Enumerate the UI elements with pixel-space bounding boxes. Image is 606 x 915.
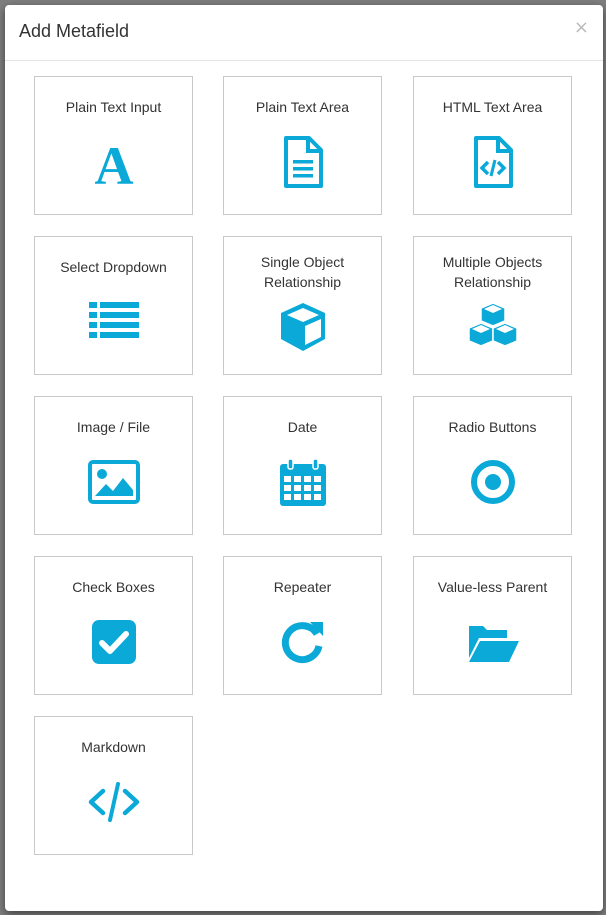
field-type-label: Value-less Parent	[437, 579, 548, 595]
field-type-label: HTML Text Area	[442, 99, 543, 115]
code-icon	[86, 774, 142, 830]
modal-header: Add Metafield ×	[5, 5, 603, 61]
repeat-icon	[275, 614, 331, 670]
field-type-repeater[interactable]: Repeater	[223, 556, 382, 695]
modal-title: Add Metafield	[19, 21, 130, 41]
add-metafield-modal: Add Metafield × Plain Text Input A Plain T…	[5, 5, 603, 911]
field-type-label: Date	[287, 419, 318, 435]
list-icon	[86, 294, 142, 350]
field-type-date[interactable]: Date	[223, 396, 382, 535]
field-type-label: Check Boxes	[72, 579, 155, 595]
close-button[interactable]: ×	[574, 19, 589, 37]
folder-open-icon	[465, 614, 521, 670]
field-type-plain-text-area[interactable]: Plain Text Area	[223, 76, 382, 215]
field-type-label: Plain Text Input	[65, 99, 162, 115]
check-square-icon	[86, 614, 142, 670]
svg-text:A: A	[94, 136, 133, 190]
field-type-label: Multiple Objects Relationship	[442, 254, 543, 290]
field-type-check-boxes[interactable]: Check Boxes	[34, 556, 193, 695]
field-type-markdown[interactable]: Markdown	[34, 716, 193, 855]
field-type-plain-text-input[interactable]: Plain Text Input A	[34, 76, 193, 215]
field-type-label: Radio Buttons	[448, 419, 537, 435]
cubes-icon	[465, 299, 521, 355]
field-type-label: Image / File	[76, 419, 151, 435]
field-type-label: Single Object Relationship	[260, 254, 345, 290]
dot-circle-icon	[465, 454, 521, 510]
field-type-value-less-parent[interactable]: Value-less Parent	[413, 556, 572, 695]
field-type-select-dropdown[interactable]: Select Dropdown	[34, 236, 193, 375]
field-type-label: Markdown	[81, 739, 146, 755]
field-type-label: Plain Text Area	[255, 99, 350, 115]
calendar-icon	[275, 454, 331, 510]
image-icon	[86, 454, 142, 510]
file-text-icon	[275, 134, 331, 190]
font-icon: A	[86, 134, 142, 190]
field-type-image-file[interactable]: Image / File	[34, 396, 193, 535]
cube-icon	[275, 299, 331, 355]
field-type-label: Repeater	[273, 579, 332, 595]
field-type-multiple-objects-relationship[interactable]: Multiple Objects Relationship	[413, 236, 572, 375]
field-type-label: Select Dropdown	[60, 259, 167, 275]
field-type-single-object-relationship[interactable]: Single Object Relationship	[223, 236, 382, 375]
field-type-html-text-area[interactable]: HTML Text Area	[413, 76, 572, 215]
file-code-icon	[465, 134, 521, 190]
field-type-radio-buttons[interactable]: Radio Buttons	[413, 396, 572, 535]
